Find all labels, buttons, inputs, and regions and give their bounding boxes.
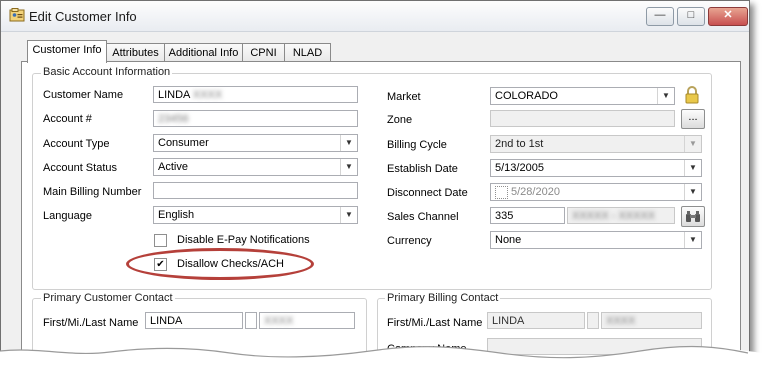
account-type-select[interactable]: Consumer ▼: [153, 134, 358, 152]
customer-name-value: LINDA: [158, 89, 190, 101]
customer-name-field[interactable]: LINDA XXXX: [153, 86, 358, 103]
maximize-icon: □: [687, 9, 695, 21]
tab-customer-info[interactable]: Customer Info: [27, 40, 107, 63]
chevron-down-icon: ▼: [340, 159, 357, 175]
disconnect-date-value: 5/28/2020: [511, 186, 560, 198]
customer-card-icon: [9, 8, 25, 22]
chevron-down-icon: ▼: [684, 160, 701, 176]
minimize-button[interactable]: —: [646, 7, 674, 26]
disconnect-date-picker[interactable]: 5/28/2020 ▼: [490, 183, 702, 201]
account-status-value: Active: [158, 161, 188, 173]
customer-contact-last-redacted: XXXX: [264, 315, 294, 327]
lock-icon: [685, 86, 699, 104]
highlight-oval: [126, 248, 314, 280]
zone-label: Zone: [387, 114, 413, 126]
establish-date-label: Establish Date: [387, 163, 458, 175]
chevron-down-icon: ▼: [684, 184, 701, 200]
billing-cycle-label: Billing Cycle: [387, 139, 447, 151]
minimize-icon: —: [654, 9, 666, 21]
zone-field[interactable]: [490, 110, 675, 127]
account-type-label: Account Type: [43, 138, 110, 150]
customer-name-label: Customer Name: [43, 89, 124, 101]
chevron-down-icon: ▼: [684, 232, 701, 248]
sales-channel-search-button[interactable]: [681, 206, 705, 227]
tab-attributes[interactable]: Attributes: [106, 43, 165, 62]
maximize-button[interactable]: □: [677, 7, 705, 26]
edit-customer-window: Edit Customer Info — □ ✕ Customer Info A…: [0, 0, 750, 374]
billing-contact-last-redacted: XXXX: [606, 315, 636, 327]
account-status-select[interactable]: Active ▼: [153, 158, 358, 176]
account-number-label: Account #: [43, 113, 92, 125]
currency-label: Currency: [387, 235, 432, 247]
market-value: COLORADO: [495, 90, 558, 102]
billing-contact-first-name-field: LINDA: [487, 312, 585, 329]
account-type-value: Consumer: [158, 137, 209, 149]
customer-contact-name-label: First/Mi./Last Name: [43, 317, 139, 329]
close-button[interactable]: ✕: [708, 7, 748, 26]
chevron-down-icon: ▼: [340, 135, 357, 151]
customer-contact-first-name-field[interactable]: LINDA: [145, 312, 243, 329]
binoculars-icon: [686, 211, 700, 222]
billing-cycle-value: 2nd to 1st: [495, 138, 544, 150]
language-value: English: [158, 209, 195, 221]
chevron-down-icon: ▼: [340, 207, 357, 223]
account-number-field[interactable]: 23456: [153, 110, 358, 127]
customer-contact-last-name-field[interactable]: XXXX: [259, 312, 355, 329]
window-title: Edit Customer Info: [29, 9, 137, 24]
currency-value: None: [495, 234, 522, 246]
primary-billing-contact-title: Primary Billing Contact: [385, 292, 501, 304]
disable-epay-label: Disable E-Pay Notifications: [177, 234, 310, 246]
disable-epay-checkbox[interactable]: [154, 234, 167, 247]
currency-select[interactable]: None ▼: [490, 231, 702, 249]
market-label: Market: [387, 91, 421, 103]
tab-additional-info[interactable]: Additional Info: [164, 43, 243, 62]
sales-channel-code-field[interactable]: 335: [490, 207, 565, 224]
title-bar[interactable]: Edit Customer Info — □ ✕: [1, 1, 749, 32]
torn-edge: [0, 345, 762, 385]
language-select[interactable]: English ▼: [153, 206, 358, 224]
language-label: Language: [43, 210, 92, 222]
chevron-down-icon: ▼: [657, 88, 674, 104]
sales-channel-redacted: XXXXX - XXXXX: [572, 210, 656, 222]
establish-date-picker[interactable]: 5/13/2005 ▼: [490, 159, 702, 177]
disconnect-date-label: Disconnect Date: [387, 187, 468, 199]
zone-lookup-button[interactable]: ...: [681, 109, 705, 129]
primary-customer-contact-title: Primary Customer Contact: [41, 292, 175, 304]
close-icon: ✕: [723, 9, 733, 21]
tab-nlad[interactable]: NLAD: [284, 43, 331, 62]
customer-name-redacted: XXXX: [192, 89, 223, 101]
disconnect-date-checkbox[interactable]: [495, 186, 508, 199]
tab-cpni[interactable]: CPNI: [242, 43, 285, 62]
chevron-down-icon: ▼: [684, 136, 701, 152]
customer-contact-middle-initial-field[interactable]: [245, 312, 257, 329]
main-billing-number-label: Main Billing Number: [43, 186, 142, 198]
basic-account-group-title: Basic Account Information: [41, 66, 173, 78]
market-select[interactable]: COLORADO ▼: [490, 87, 675, 105]
billing-cycle-select[interactable]: 2nd to 1st ▼: [490, 135, 702, 153]
billing-contact-last-name-field: XXXX: [601, 312, 702, 329]
billing-contact-middle-initial-field: [587, 312, 599, 329]
billing-contact-name-label: First/Mi./Last Name: [387, 317, 483, 329]
establish-date-value: 5/13/2005: [495, 162, 544, 174]
account-status-label: Account Status: [43, 162, 117, 174]
sales-channel-name-field: XXXXX - XXXXX: [567, 207, 675, 224]
main-billing-number-field[interactable]: [153, 182, 358, 199]
sales-channel-label: Sales Channel: [387, 211, 459, 223]
account-number-redacted: 23456: [158, 113, 189, 125]
